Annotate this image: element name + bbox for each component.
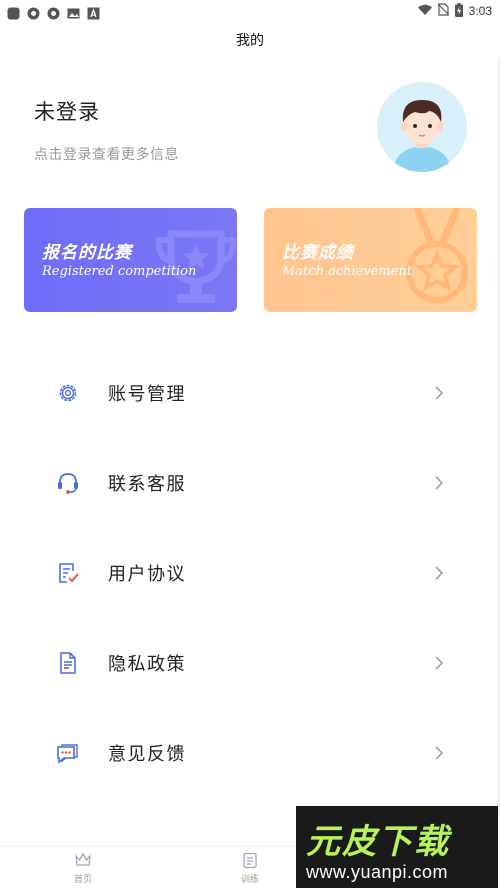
- registered-competition-card[interactable]: 报名的比赛 Registered competition: [24, 208, 237, 312]
- page-title: 我的: [236, 33, 264, 49]
- profile-name: 未登录: [34, 100, 100, 124]
- sync-icon: [47, 5, 60, 19]
- checklist-icon: [56, 561, 80, 585]
- watermark-url: www.yuanpi.com: [306, 862, 449, 882]
- tab-label: 首页: [73, 875, 92, 885]
- watermark-brand: 元皮下载: [306, 822, 450, 862]
- crown-icon: [74, 851, 92, 869]
- chevron-right-icon: [433, 745, 445, 761]
- gear-icon: [56, 381, 80, 405]
- font-icon: [87, 5, 100, 19]
- card-title: 报名的比赛: [42, 243, 132, 263]
- trophy-icon: [147, 208, 237, 312]
- menu-item-feedback[interactable]: 意见反馈: [0, 708, 498, 798]
- battery-charging-icon: [454, 2, 463, 20]
- menu-item-user-agreement[interactable]: 用户协议: [0, 528, 498, 618]
- tab-label: 训练: [240, 875, 259, 885]
- match-achievement-card[interactable]: 比赛成绩 Match achievement: [264, 208, 477, 312]
- document-icon: [56, 651, 80, 675]
- card-subtitle: Registered competition: [42, 264, 197, 279]
- status-bar-notifications: [7, 5, 100, 19]
- status-bar-system: 3:03: [417, 2, 492, 20]
- chevron-right-icon: [433, 565, 445, 581]
- menu-item-label: 意见反馈: [108, 744, 186, 765]
- menu-item-label: 隐私政策: [108, 654, 186, 675]
- status-time: 3:03: [468, 4, 492, 18]
- sync-icon: [27, 5, 40, 19]
- chevron-right-icon: [433, 655, 445, 671]
- menu-item-label: 联系客服: [108, 474, 186, 495]
- menu-item-privacy-policy[interactable]: 隐私政策: [0, 618, 498, 708]
- no-sim-icon: [437, 3, 450, 19]
- card-title: 比赛成绩: [282, 243, 354, 263]
- menu-item-customer-service[interactable]: 联系客服: [0, 438, 498, 528]
- chat-bubble-icon: [56, 741, 80, 765]
- chevron-right-icon: [433, 475, 445, 491]
- user-avatar-icon[interactable]: [377, 82, 467, 172]
- card-subtitle: Match achievement: [282, 264, 412, 279]
- menu-item-account[interactable]: 账号管理: [0, 348, 498, 438]
- profile-login-area[interactable]: 未登录 点击登录查看更多信息: [34, 82, 474, 178]
- page-title-bar: 我的: [0, 22, 500, 58]
- app-icon: [7, 5, 20, 19]
- wifi-icon: [417, 4, 432, 19]
- clipboard-icon: [241, 851, 259, 869]
- medal-icon: [387, 208, 477, 312]
- tab-home[interactable]: 首页: [43, 851, 123, 885]
- settings-menu: 账号管理 联系客服 用户协议 隐私政策 意见反馈: [0, 348, 498, 798]
- tab-training[interactable]: 训练: [210, 851, 290, 885]
- chevron-right-icon: [433, 385, 445, 401]
- headset-icon: [56, 471, 80, 495]
- menu-item-label: 用户协议: [108, 564, 186, 585]
- status-bar: 3:03: [0, 0, 500, 22]
- watermark: 元皮下载 www.yuanpi.com: [296, 806, 498, 888]
- profile-login-hint: 点击登录查看更多信息: [34, 147, 179, 163]
- image-icon: [67, 5, 80, 18]
- menu-item-label: 账号管理: [108, 384, 186, 405]
